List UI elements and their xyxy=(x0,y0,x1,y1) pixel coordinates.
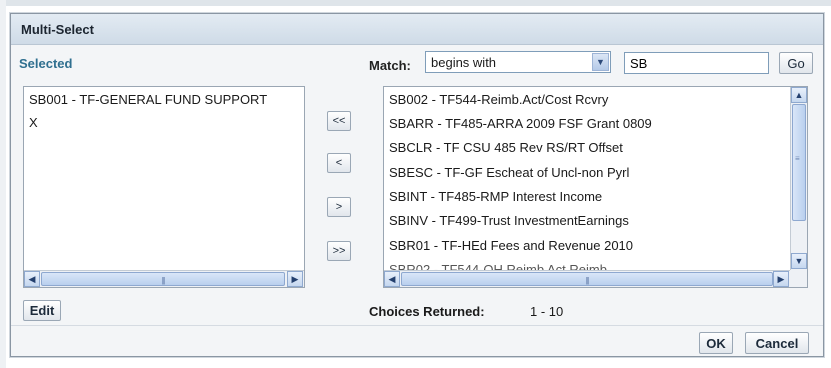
available-item[interactable]: SBINV - TF499-Trust InvestmentEarnings xyxy=(389,213,629,228)
match-mode-value: begins with xyxy=(431,55,497,70)
available-horizontal-scrollbar[interactable]: ◀ ||| ▶ xyxy=(384,270,790,287)
available-item[interactable]: SBR01 - TF-HEd Fees and Revenue 2010 xyxy=(389,238,633,253)
multi-select-dialog: Multi-Select Selected Match: begins with… xyxy=(10,13,824,357)
arrow-down-icon[interactable]: ▼ xyxy=(791,253,807,269)
footer-divider xyxy=(11,325,823,326)
selected-horizontal-scrollbar[interactable]: ◀ ||| ▶ xyxy=(24,270,304,287)
available-listbox[interactable]: SB002 - TF544-Reimb.Act/Cost Rcvry SBARR… xyxy=(383,86,808,288)
grip-icon: ≡ xyxy=(795,154,800,163)
arrow-right-icon[interactable]: ▶ xyxy=(287,271,303,287)
arrow-left-icon[interactable]: ◀ xyxy=(384,271,400,287)
choices-returned-label: Choices Returned: xyxy=(369,304,485,319)
dialog-titlebar: Multi-Select xyxy=(11,14,823,45)
available-vertical-scrollbar[interactable]: ▲ ≡ ▼ xyxy=(790,87,807,270)
selected-item[interactable]: X xyxy=(29,115,38,130)
selected-heading: Selected xyxy=(19,56,73,71)
background-strip-top xyxy=(0,0,831,6)
scrollbar-corner xyxy=(790,270,807,287)
selected-item[interactable]: SB001 - TF-GENERAL FUND SUPPORT xyxy=(29,92,267,107)
cancel-button[interactable]: Cancel xyxy=(745,332,809,354)
chevron-down-icon[interactable]: ▼ xyxy=(592,53,609,71)
dialog-title: Multi-Select xyxy=(21,22,94,37)
edit-button[interactable]: Edit xyxy=(23,300,61,321)
remove-all-button[interactable]: << xyxy=(327,111,351,131)
available-item[interactable]: SBCLR - TF CSU 485 Rev RS/RT Offset xyxy=(389,140,623,155)
add-button[interactable]: > xyxy=(327,197,351,217)
available-item[interactable]: SBINT - TF485-RMP Interest Income xyxy=(389,189,602,204)
available-item[interactable]: SBESC - TF-GF Escheat of Uncl-non Pyrl xyxy=(389,165,629,180)
selected-listbox[interactable]: SB001 - TF-GENERAL FUND SUPPORT X ◀ ||| … xyxy=(23,86,305,288)
scroll-thumb[interactable]: ||| xyxy=(401,272,773,286)
scroll-thumb[interactable]: ≡ xyxy=(792,104,806,221)
search-input[interactable] xyxy=(624,52,769,74)
available-item[interactable]: SB002 - TF544-Reimb.Act/Cost Rcvry xyxy=(389,92,608,107)
scroll-thumb[interactable]: ||| xyxy=(41,272,285,286)
ok-button[interactable]: OK xyxy=(699,332,733,354)
remove-button[interactable]: < xyxy=(327,153,351,173)
add-all-button[interactable]: >> xyxy=(327,241,351,261)
arrow-left-icon[interactable]: ◀ xyxy=(24,271,40,287)
choices-returned-value: 1 - 10 xyxy=(530,304,564,319)
grip-icon: ||| xyxy=(161,276,165,285)
background-strip-left xyxy=(0,0,6,368)
arrow-up-icon[interactable]: ▲ xyxy=(791,87,807,103)
match-mode-select[interactable]: begins with ▼ xyxy=(425,51,611,73)
grip-icon: ||| xyxy=(585,276,589,285)
go-button[interactable]: Go xyxy=(779,52,813,74)
available-item[interactable]: SBARR - TF485-ARRA 2009 FSF Grant 0809 xyxy=(389,116,652,131)
arrow-right-icon[interactable]: ▶ xyxy=(773,271,789,287)
match-label: Match: xyxy=(369,58,411,73)
